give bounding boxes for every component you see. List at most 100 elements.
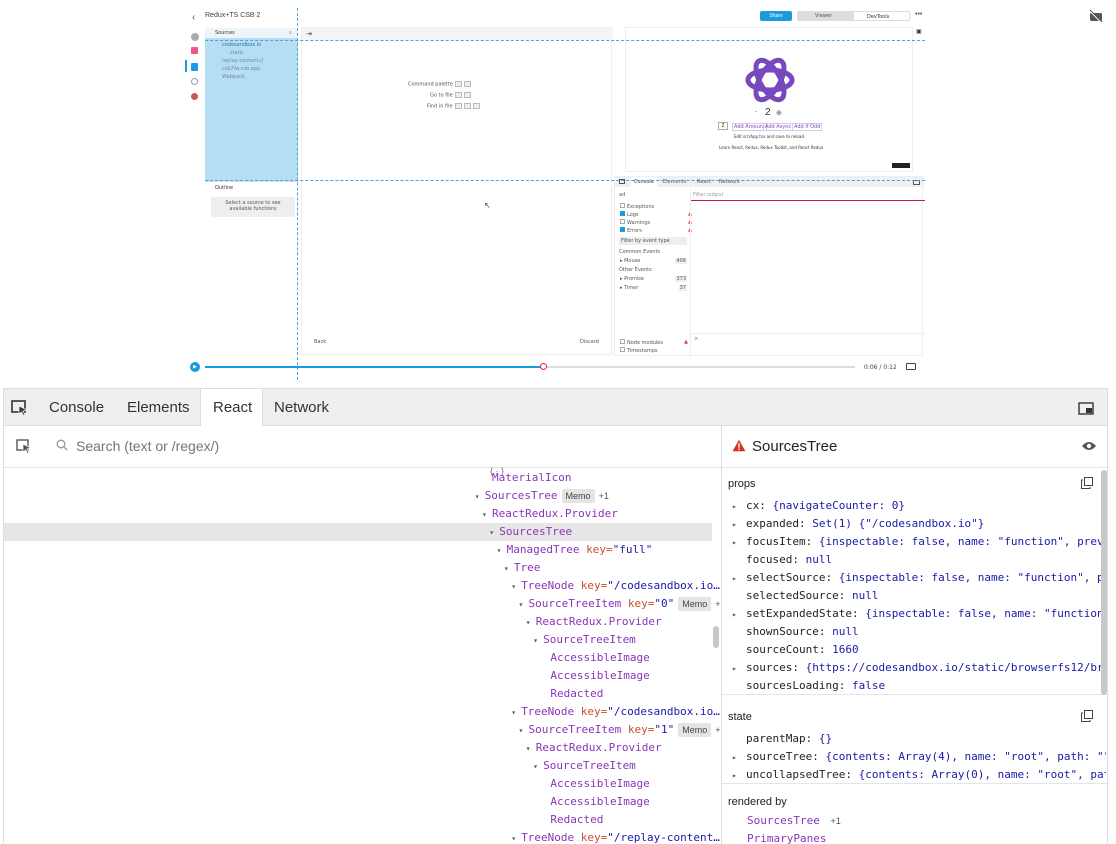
more-options-icon[interactable]: ••• [915,11,922,18]
prop-row[interactable]: ▸ sourceTree: {contents: Array(4), name: … [732,748,1106,766]
prop-row[interactable]: ▸ focusItem: {inspectable: false, name: "… [732,533,1106,551]
recording-title[interactable]: Redux+TS CSB 2 [205,12,260,19]
prop-row[interactable]: ▸ expanded: Set(1) {"/codesandbox.io"} [732,515,1106,533]
prop-row[interactable]: focused: null [732,551,1106,569]
inspector-scrollbar[interactable] [1101,470,1107,695]
explorer-icon[interactable] [191,63,198,71]
tree-row[interactable]: AccessibleImage [550,667,649,685]
source-item[interactable]: replay-content:// [208,58,264,66]
timer-event-row[interactable]: ▸ Timer 37 [620,285,687,291]
tree-row[interactable]: ▾ ReactRedux.Provider [482,505,618,523]
prop-row[interactable]: sourcesLoading: false [732,677,1106,695]
protocol-icon[interactable] [191,93,198,100]
tree-row[interactable]: ▾ TreeNode key="/codesandbox.io…" [511,577,721,595]
tree-row[interactable]: ▾ TreeNode key="/replay-content…" [511,829,721,844]
tree-row[interactable]: Redacted [550,811,603,829]
tree-row[interactable]: ▾ TreeNode key="/codesandbox.io…" [511,703,721,721]
tree-row[interactable]: AccessibleImage [550,649,649,667]
inspect-element-icon[interactable] [16,439,32,454]
expand-arrow-icon[interactable]: ▸ [732,767,746,784]
prop-row[interactable]: selectedSource: null [732,587,1106,605]
devtools-mode-button[interactable]: DevTools [853,11,910,21]
decrement-button[interactable]: - [755,109,757,115]
add-amount-button[interactable]: Add Amount [732,123,767,131]
user-avatar-icon[interactable] [191,33,199,41]
prop-row[interactable]: ▸ uncollapsedTree: {contents: Array(0), n… [732,766,1106,784]
source-item[interactable]: Webpack [208,74,264,82]
source-item[interactable]: static [208,50,264,58]
copy-props-icon[interactable] [1081,477,1093,489]
event-filter-input[interactable]: Filter by event type [619,237,687,245]
expand-arrow-icon[interactable]: ▸ [732,570,746,587]
tree-row[interactable]: ▾ SourceTreeItem [533,757,636,775]
timestamps-toggle[interactable]: Timestamps [620,347,658,354]
filter-logs[interactable]: Logs ▲ [620,211,692,219]
tree-row[interactable]: ▾ ManagedTree key="full" [497,541,653,559]
timeline-settings-icon[interactable] [906,363,916,370]
tree-row[interactable]: AccessibleImage [550,775,649,793]
expand-arrow-icon[interactable]: ▸ [732,660,746,677]
tree-row[interactable]: ▾ SourceTreeItem [533,631,636,649]
copy-state-icon[interactable] [1081,710,1093,722]
console-prompt[interactable]: > [694,336,698,342]
tree-row[interactable]: ▾ ReactRedux.Provider [526,739,662,757]
tree-row[interactable]: ▾ ReactRedux.Provider [526,613,662,631]
tree-row[interactable]: MaterialIcon [492,469,571,487]
tree-row[interactable]: Redacted [550,685,603,703]
tree-row[interactable]: ▾ SourcesTree [489,523,572,541]
camera-off-icon[interactable] [1089,10,1103,24]
node-modules-toggle[interactable]: Node modules ▲ [620,339,688,346]
dock-toggle-icon[interactable] [1078,402,1094,415]
discard-button[interactable]: Discard [580,339,599,345]
outline-label[interactable]: Outline [215,185,233,191]
rendered-by-item[interactable]: PrimaryPanes [747,832,826,844]
amount-input[interactable]: 2 [718,122,728,130]
prop-row[interactable]: sourceCount: 1660 [732,641,1106,659]
filter-errors[interactable]: Errors ▲ [620,227,692,235]
filter-exceptions[interactable]: Exceptions [620,203,692,211]
prop-row[interactable]: ▸ sources: {https://codesandbox.io/static… [732,659,1106,677]
tab-elements[interactable]: Elements [115,389,202,426]
tree-row[interactable]: ▾ Tree [504,559,541,577]
eye-icon[interactable] [1081,440,1097,452]
mouse-event-row[interactable]: ▸ Mouse 406 [620,258,687,264]
tree-row[interactable]: ▾ SourcesTree Memo +1 [475,487,609,505]
filter-output-input[interactable]: Filter output [693,192,723,198]
search-rail-icon[interactable] [191,78,198,85]
tab-react[interactable]: React [200,389,263,426]
prop-row[interactable]: ▸ selectSource: {inspectable: false, name… [732,569,1106,587]
mini-tab-console[interactable]: Console [631,177,657,187]
back-chevron-icon[interactable]: ‹ [192,12,195,23]
filter-warnings[interactable]: Warnings ▲ [620,219,692,227]
tab-console[interactable]: Console [37,389,116,426]
add-if-odd-button[interactable]: Add If Odd [792,123,823,131]
expand-arrow-icon[interactable]: ▸ [732,516,746,533]
tree-row[interactable]: ▾ SourceTreeItem key="1"Memo+1 [519,721,721,739]
prop-row[interactable]: ▸ setExpandedState: {inspectable: false, … [732,605,1106,623]
share-button[interactable]: Share [760,11,792,21]
prop-row[interactable]: ▸ cx: {navigateCounter: 0} [732,497,1106,515]
timeline-playhead[interactable] [540,363,547,370]
sources-header[interactable]: Sources ⌕ [205,28,298,38]
expand-arrow-icon[interactable]: ▸ [732,534,746,551]
prop-row[interactable]: shownSource: null [732,623,1106,641]
viewer-mode-button[interactable]: Viewer [815,13,832,19]
comments-icon[interactable] [191,47,198,54]
tree-row[interactable]: AccessibleImage [550,793,649,811]
back-button[interactable]: Back [314,339,326,345]
component-search-input[interactable] [76,436,696,456]
expand-arrow-icon[interactable]: ▸ [732,749,746,766]
promise-event-row[interactable]: ▸ Promise 373 [620,276,687,282]
tree-scrollbar[interactable] [713,626,719,648]
preview-fullscreen-icon[interactable]: ▣ [916,28,922,35]
prop-row[interactable]: parentMap: {} [732,730,1106,748]
increment-button[interactable]: ⊕ [776,109,782,117]
sources-search-icon[interactable]: ⌕ [289,30,292,36]
tree-row[interactable]: ▾ SourceTreeItem key="0"Memo+1 [519,595,721,613]
source-item[interactable]: codesandbox.io [208,42,264,50]
element-picker-icon[interactable] [11,400,29,416]
expand-arrow-icon[interactable]: ▸ [732,606,746,623]
tab-network[interactable]: Network [262,389,341,426]
add-async-button[interactable]: Add Async [763,123,794,131]
play-button[interactable]: ▶ [190,362,200,372]
